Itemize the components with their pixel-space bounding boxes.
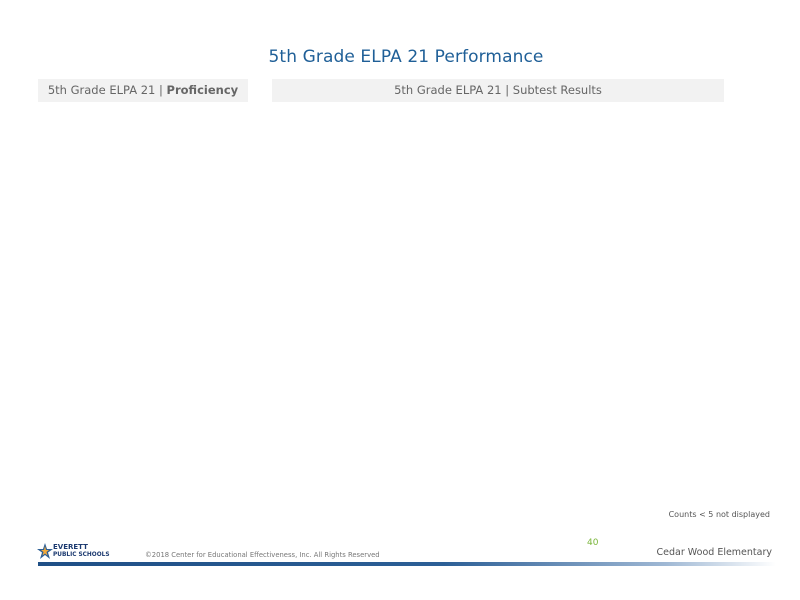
proficiency-header-bold: Proficiency	[166, 83, 239, 97]
subtest-panel-header: 5th Grade ELPA 21 | Subtest Results	[272, 79, 724, 102]
school-name: Cedar Wood Elementary	[656, 547, 772, 558]
district-logo: EVERETT PUBLIC SCHOOLS	[37, 542, 117, 560]
logo-line1: EVERETT	[53, 543, 88, 551]
page-title: 5th Grade ELPA 21 Performance	[268, 47, 544, 67]
proficiency-header-prefix: 5th Grade ELPA 21 |	[47, 83, 167, 97]
star-icon	[37, 543, 53, 559]
page-number: 40	[587, 538, 599, 548]
footer-divider	[38, 562, 776, 566]
counts-note: Counts < 5 not displayed	[668, 510, 770, 519]
proficiency-panel-header: 5th Grade ELPA 21 | Proficiency	[38, 79, 248, 102]
logo-line2: PUBLIC SCHOOLS	[53, 552, 110, 558]
copyright-text: ©2018 Center for Educational Effectivene…	[145, 551, 380, 559]
